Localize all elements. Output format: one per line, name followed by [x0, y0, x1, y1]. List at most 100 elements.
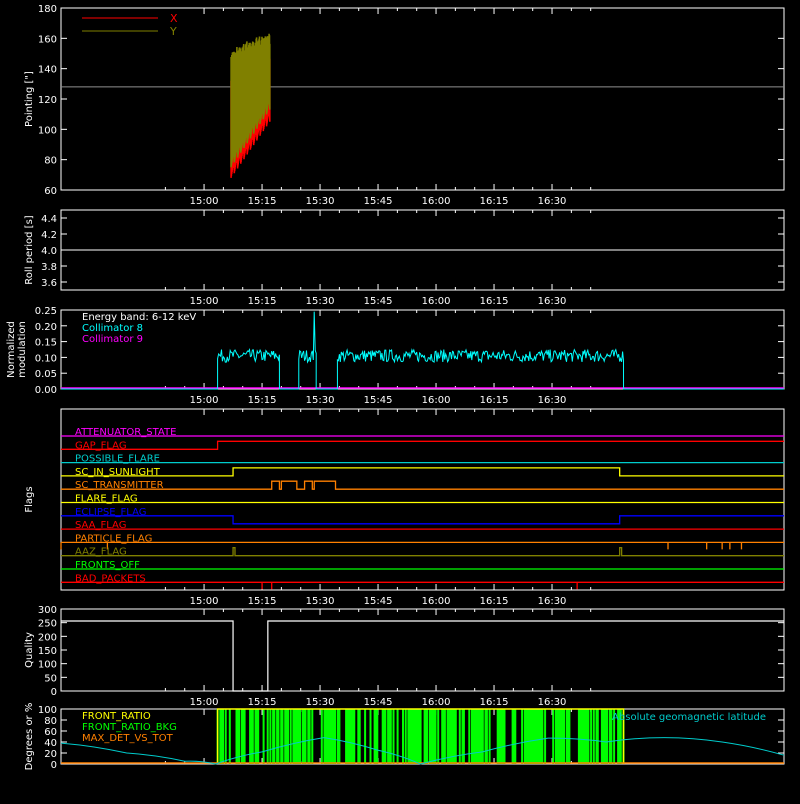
quality-ytick-label: 200 — [38, 632, 57, 643]
roll-period-panel: 15:00 15:15 15:30 15:45 16:00 16:15 16:30 3.6 3.… — [24, 209, 785, 307]
pointing-panel: 15:00 15:15 15:30 15:45 16:00 16:15 16:30 60 80 1… — [24, 4, 785, 207]
pointing-ytick-label: 80 — [44, 156, 57, 167]
quality-xtick-label: 15:45 — [364, 697, 393, 708]
roll-ytick-label: 4.0 — [41, 246, 57, 257]
flags-xtick-label: 16:15 — [480, 596, 509, 607]
ratios-ytick-label: 0 — [51, 760, 57, 771]
ratios-legend-label: FRONT_RATIO — [82, 711, 151, 722]
quality-ytick-label: 300 — [38, 605, 57, 616]
pointing-ylabel: Pointing ["] — [24, 71, 35, 127]
flag-label: BAD_PACKETS — [75, 573, 146, 584]
flag-label: ATTENUATOR_STATE — [75, 427, 176, 438]
flag-label: ECLIPSE_FLAG — [75, 507, 146, 518]
roll-ylabel: Roll period [s] — [24, 215, 35, 284]
pointing-legend-label: Y — [169, 25, 177, 38]
flag-line-sc-in-sunlight — [61, 467, 784, 477]
quality-panel: 15:00 15:15 15:30 15:45 16:00 16:15 16:30 0 50 10… — [24, 605, 785, 708]
flags-xtick-label: 15:15 — [248, 596, 277, 607]
flag-label: SAA_FLAG — [75, 520, 126, 531]
quality-xtick-label: 15:00 — [190, 697, 219, 708]
flag-label: POSSIBLE_FLARE — [75, 454, 160, 465]
flag-label: FRONTS_OFF — [75, 560, 140, 571]
quality-ylabel: Quality — [24, 632, 35, 668]
pointing-ytick-label: 100 — [38, 125, 57, 136]
roll-xtick-label: 15:15 — [248, 296, 277, 307]
roll-xtick-label: 16:15 — [480, 296, 509, 307]
quality-ytick-label: 100 — [38, 660, 57, 671]
roll-xtick-label: 15:45 — [364, 296, 393, 307]
pointing-xtick-label: 16:00 — [422, 196, 451, 207]
roll-ytick-label: 3.6 — [41, 278, 57, 289]
quality-line — [61, 620, 784, 692]
flag-label: GAP_FLAG — [75, 440, 127, 451]
flag-line-eclipse-flag — [61, 515, 784, 525]
quality-xtick-label: 15:30 — [306, 697, 335, 708]
flags-xtick-label: 16:30 — [538, 596, 567, 607]
modulation-ytick-label: 0.25 — [35, 306, 57, 317]
flag-line-bad-packets — [61, 581, 784, 590]
pointing-ytick-label: 160 — [38, 34, 57, 45]
roll-xtick-label: 16:00 — [422, 296, 451, 307]
quality-ytick-label: 250 — [38, 619, 57, 630]
flags-xtick-label: 15:00 — [190, 596, 219, 607]
ratios-legend-label: FRONT_RATIO_BKG — [82, 722, 177, 733]
quality-ytick-label: 150 — [38, 646, 57, 657]
roll-xtick-label: 16:30 — [538, 296, 567, 307]
flag-line-gap-flag — [61, 440, 784, 450]
modulation-ytick-label: 0.10 — [35, 353, 57, 364]
modulation-ytick-label: 0.20 — [35, 322, 57, 333]
modulation-collimator8-line — [61, 311, 784, 390]
pointing-xtick-label: 16:15 — [480, 196, 509, 207]
modulation-xtick-label: 15:15 — [248, 395, 277, 406]
quality-ytick-label: 50 — [44, 673, 57, 684]
flag-label: FLARE_FLAG — [75, 494, 138, 505]
flag-label: PARTICLE_FLAG — [75, 533, 152, 544]
pointing-ytick-label: 120 — [38, 95, 57, 106]
flag-line-aaz-flag — [61, 547, 784, 557]
flag-label: SC_TRANSMITTER — [75, 480, 164, 491]
flag-line-sc-transmitter — [61, 480, 784, 490]
modulation-legend-label: Collimator 8 — [82, 323, 143, 334]
flags-xtick-label: 16:00 — [422, 596, 451, 607]
flag-line-particle-flag — [60, 541, 784, 550]
quality-xtick-label: 16:30 — [538, 697, 567, 708]
flags-xtick-label: 15:45 — [364, 596, 393, 607]
ratios-legend-label: MAX_DET_VS_TOT — [82, 733, 174, 744]
roll-ytick-label: 3.8 — [41, 262, 57, 273]
ratios-panel: 020406080100Degrees or % FRONT_RATIOFRONT… — [24, 703, 785, 771]
modulation-ylabel: modulation — [17, 321, 28, 378]
pointing-ytick-label: 180 — [38, 4, 57, 15]
ratios-ytick-label: 20 — [44, 749, 57, 760]
quality-xtick-label: 15:15 — [248, 697, 277, 708]
modulation-legend-label: Energy band: 6-12 keV — [82, 312, 196, 323]
roll-xtick-label: 15:30 — [306, 296, 335, 307]
modulation-xtick-label: 15:00 — [190, 395, 219, 406]
pointing-xtick-label: 15:00 — [190, 196, 219, 207]
roll-ytick-label: 4.4 — [41, 214, 57, 225]
roll-ytick-label: 4.2 — [41, 230, 57, 241]
roll-xtick-label: 15:00 — [190, 296, 219, 307]
modulation-panel: 15:00 15:15 15:30 15:45 16:00 16:15 16:30 0.00 0… — [6, 306, 785, 406]
ratios-ytick-label: 80 — [44, 716, 57, 727]
pointing-legend-label: X — [170, 12, 178, 25]
ratios-ytick-label: 60 — [44, 727, 57, 738]
pointing-xtick-label: 15:45 — [364, 196, 393, 207]
chart-canvas: 15:00 15:15 15:30 15:45 16:00 16:15 16:3060801… — [6, 4, 785, 771]
modulation-xtick-label: 16:00 — [422, 395, 451, 406]
pointing-ytick-label: 140 — [38, 65, 57, 76]
ratios-ytick-label: 100 — [38, 705, 57, 716]
flags-panel: 15:00 15:15 15:30 15:45 16:00 16:15 16:30 Flags… — [24, 408, 785, 607]
ratios-ylabel: Degrees or % — [24, 703, 35, 771]
modulation-xtick-label: 15:45 — [364, 395, 393, 406]
chart-figure: 15:00 15:15 15:30 15:45 16:00 16:15 16:30 60 80 1… — [0, 0, 800, 800]
pointing-ytick-label: 60 — [44, 186, 57, 197]
flag-label: SC_IN_SUNLIGHT — [75, 467, 161, 478]
modulation-ylabel: Normalized — [6, 321, 17, 378]
flags-xtick-label: 15:30 — [306, 596, 335, 607]
pointing-xtick-label: 16:30 — [538, 196, 567, 207]
flag-label: AAZ_FLAG — [75, 547, 127, 558]
modulation-ytick-label: 0.15 — [35, 338, 57, 349]
modulation-xtick-label: 15:30 — [306, 395, 335, 406]
modulation-ytick-label: 0.05 — [35, 369, 57, 380]
quality-xtick-label: 16:15 — [480, 697, 509, 708]
